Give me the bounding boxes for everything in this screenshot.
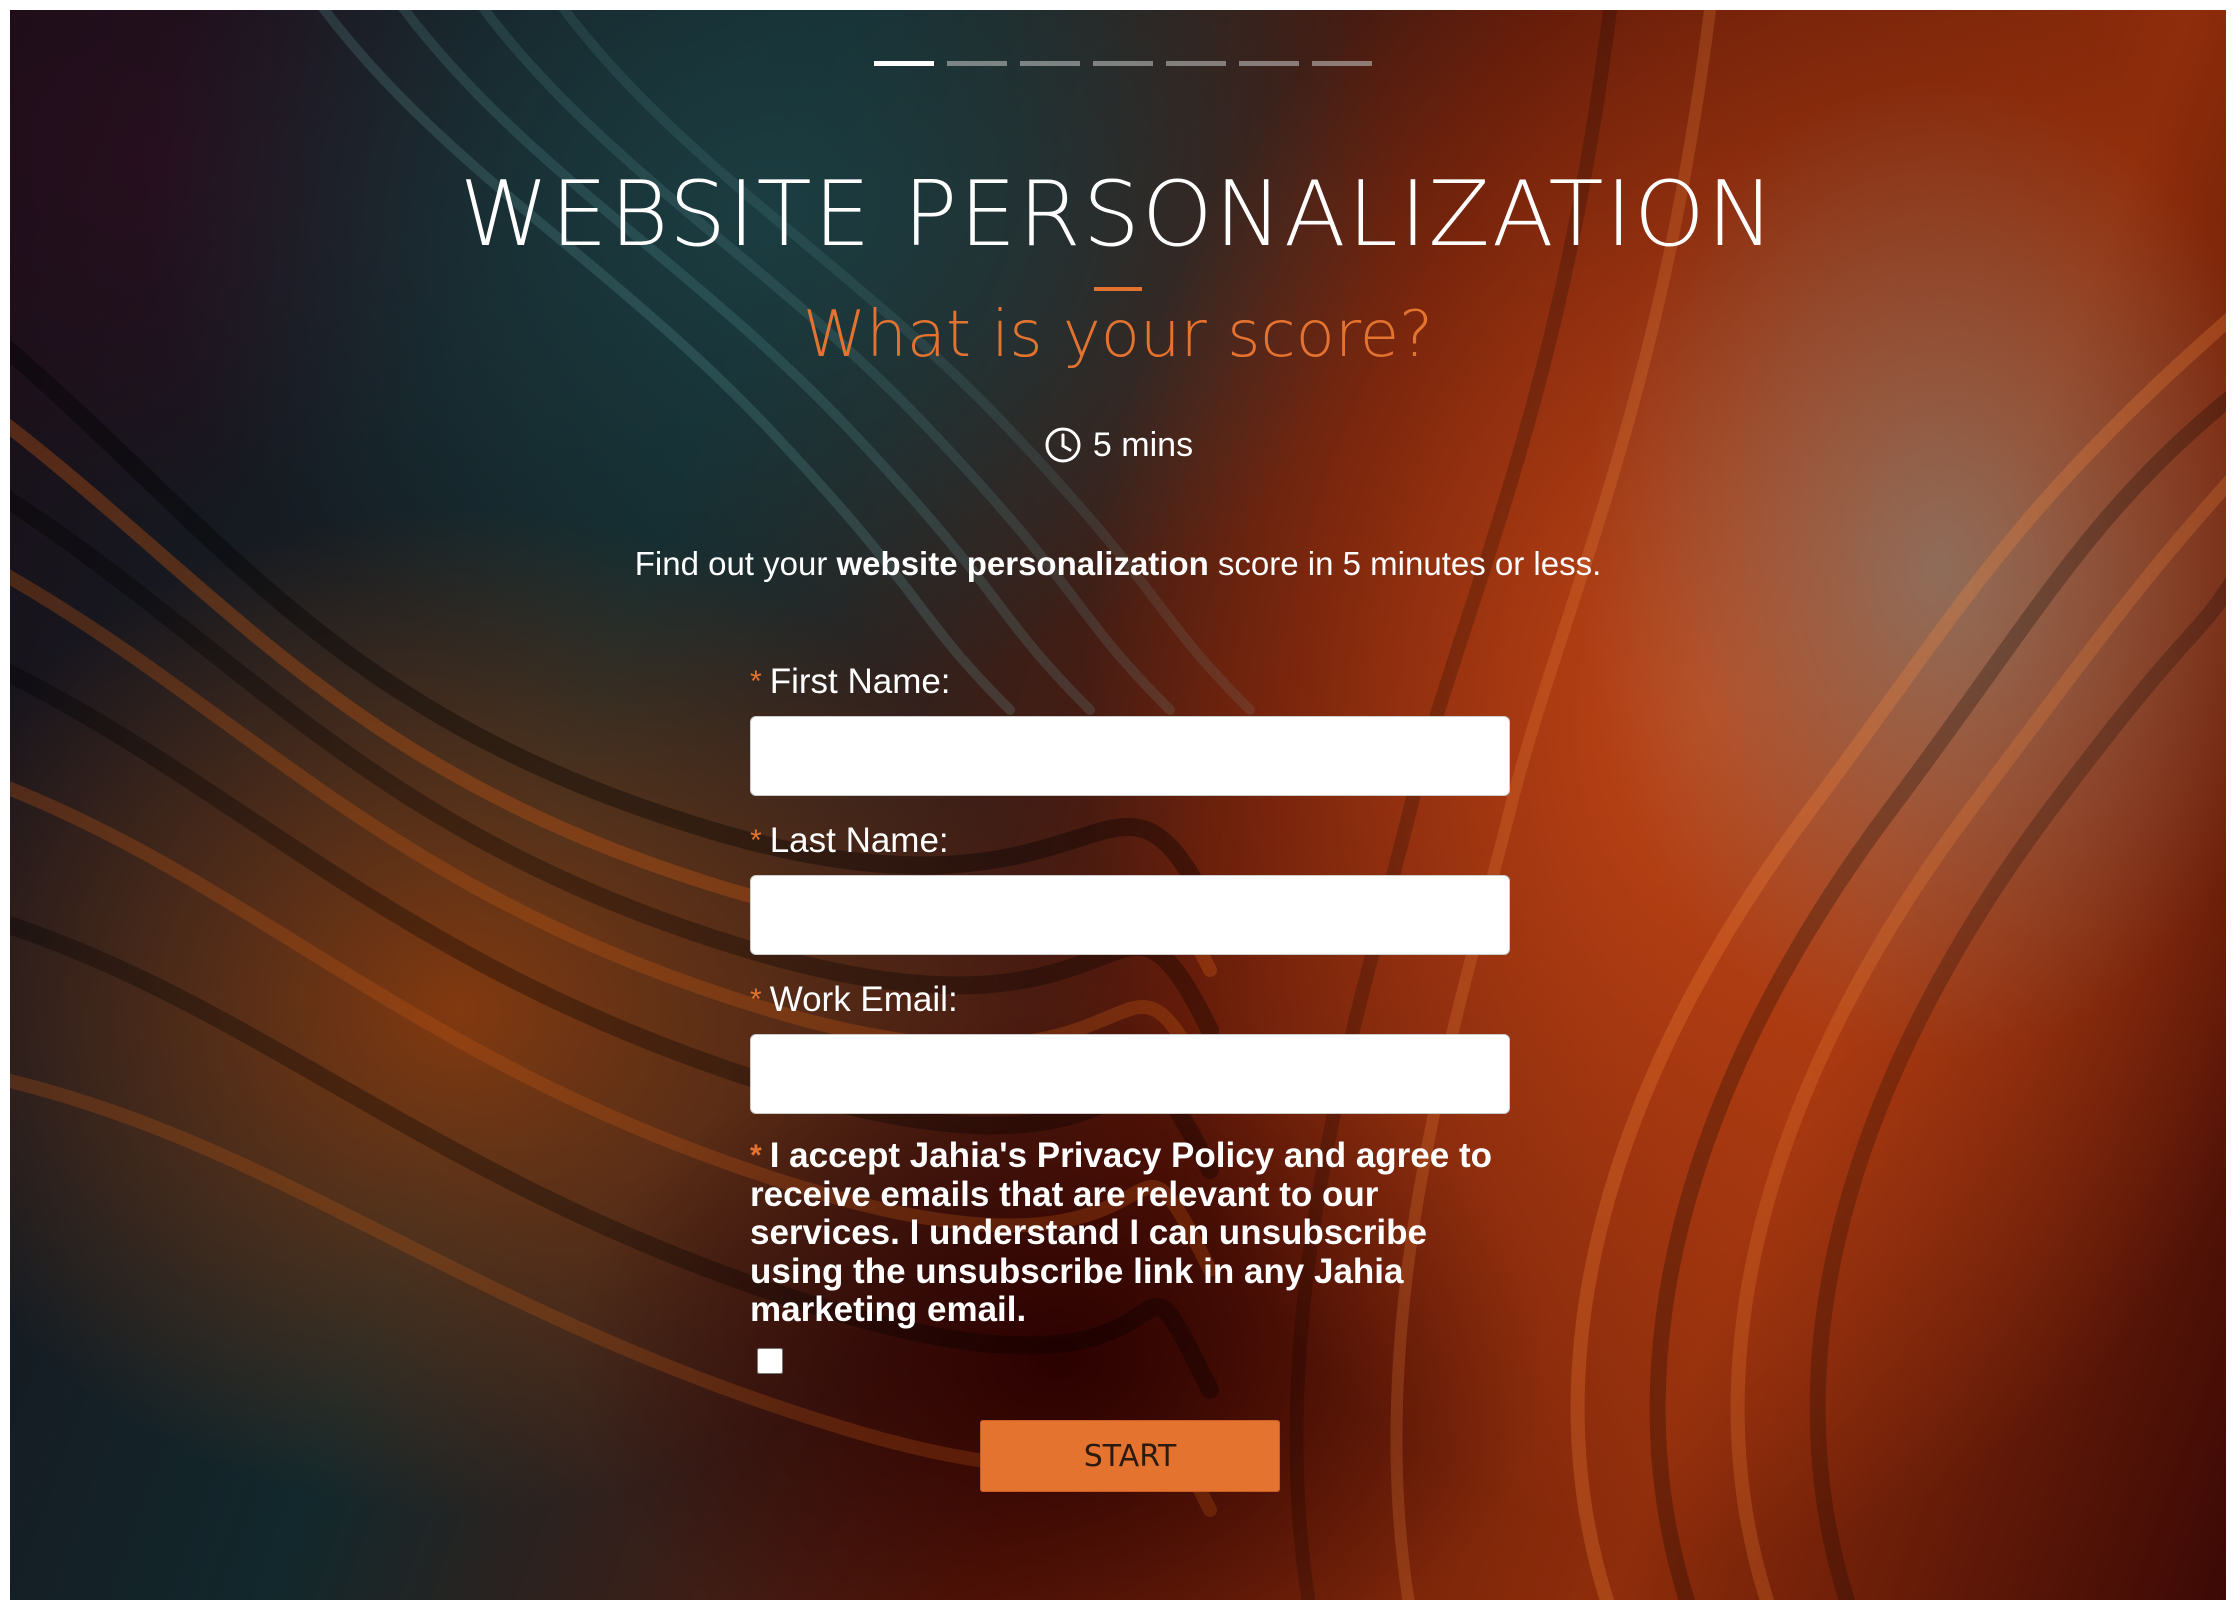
progress-step-active [874, 61, 934, 66]
progress-step [1166, 61, 1226, 66]
first-name-label: * First Name: [750, 662, 951, 701]
required-marker: * [750, 1139, 762, 1172]
intro-suffix: score in 5 minutes or less. [1208, 545, 1602, 582]
privacy-consent-checkbox[interactable] [757, 1347, 783, 1374]
progress-step [947, 61, 1007, 66]
progress-step [1020, 61, 1080, 66]
lead-form: * First Name: * Last Name: * Work Email: * I… [750, 660, 1510, 1374]
work-email-label: * Work Email: [750, 980, 958, 1019]
required-marker: * [750, 665, 762, 698]
page-subtitle: What is your score? [802, 298, 1434, 372]
progress-step [1239, 61, 1299, 66]
first-name-field[interactable] [750, 716, 1510, 796]
page-title: WEBSITE PERSONALIZATION [459, 162, 1777, 267]
privacy-consent-text: * I accept Jahia's Privacy Policy and agr… [750, 1136, 1492, 1329]
required-marker: * [750, 983, 762, 1016]
work-email-field[interactable] [750, 1034, 1510, 1114]
intro-text: Find out your website personalization sc… [10, 545, 2226, 583]
start-button[interactable]: START [980, 1420, 1280, 1492]
required-marker: * [750, 824, 762, 857]
title-divider [1094, 287, 1142, 291]
clock-icon [1045, 427, 1081, 463]
last-name-label: * Last Name: [750, 821, 949, 860]
page-background: WEBSITE PERSONALIZATION What is your sco… [10, 10, 2226, 1600]
estimated-duration: 5 mins [10, 425, 2226, 465]
duration-text: 5 mins [1092, 425, 1194, 464]
last-name-field[interactable] [750, 875, 1510, 955]
step-progress-indicator [874, 61, 1372, 66]
progress-step [1093, 61, 1153, 66]
progress-step [1312, 61, 1372, 66]
intro-emphasis: website personalization [836, 545, 1209, 582]
intro-prefix: Find out your [634, 545, 837, 582]
